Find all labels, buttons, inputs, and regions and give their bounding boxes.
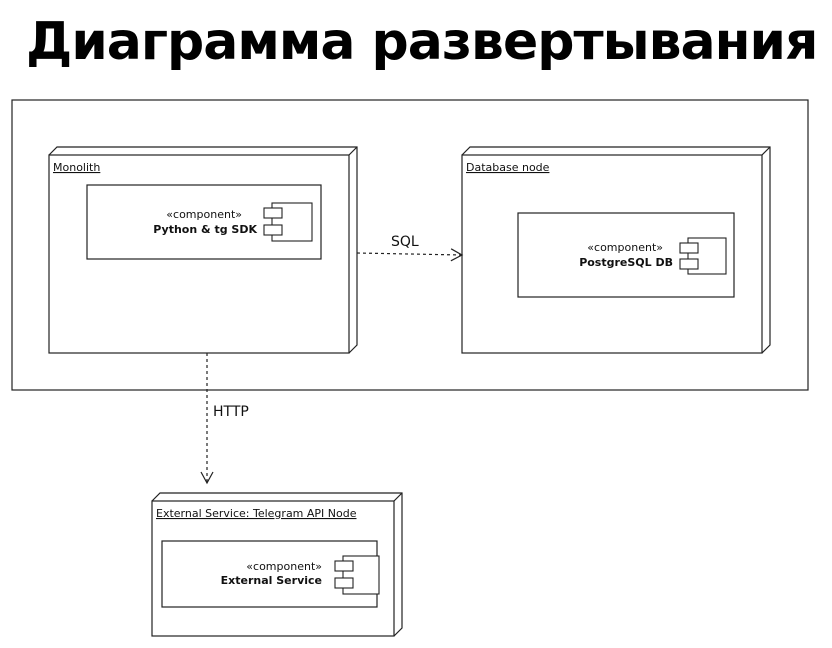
edge-label-sql: SQL [391,234,419,250]
edge-http: HTTP [200,353,249,485]
component-name: PostgreSQL DB [579,256,673,269]
node-label-external: External Service: Telegram API Node [156,507,357,520]
node-label-database: Database node [466,161,550,174]
node-database: Database node «component» PostgreSQL DB [461,146,771,354]
node-monolith: Monolith «component» Python & tg SDK [48,146,358,354]
component-name: External Service [221,574,322,587]
component-postgresql-db: «component» PostgreSQL DB [517,212,735,298]
deployment-diagram: Monolith «component» Python & tg SDK Dat… [11,99,809,637]
node-label-monolith: Monolith [53,161,100,174]
component-stereotype: «component» [166,208,242,221]
dependency-arrow [356,248,464,262]
edge-sql: SQL [356,234,464,262]
node-external: External Service: Telegram API Node «com… [151,492,403,637]
component-stereotype: «component» [587,241,663,254]
component-name: Python & tg SDK [153,223,257,236]
component-python-tg-sdk: «component» Python & tg SDK [86,184,322,260]
component-stereotype: «component» [246,560,322,573]
edge-label-http: HTTP [213,404,249,420]
component-external-service: «component» External Service [161,540,380,608]
